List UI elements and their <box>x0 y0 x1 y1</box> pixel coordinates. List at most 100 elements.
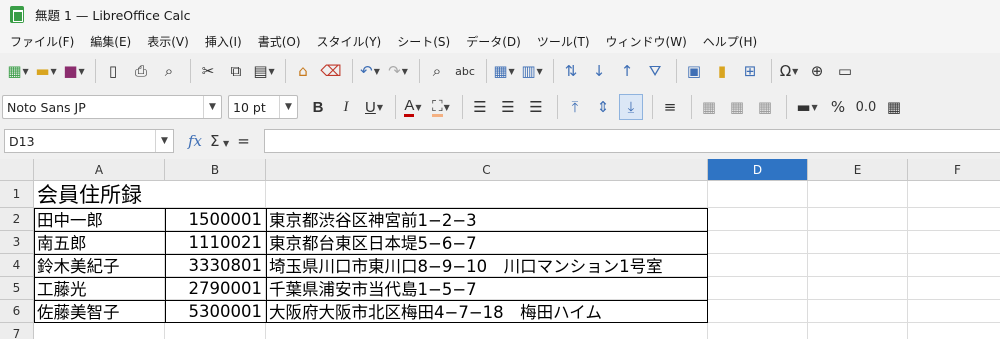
highlight-color-button[interactable]: ⛶ ▼ <box>429 94 453 120</box>
cell-c6-address[interactable]: 大阪府大阪市北区梅田4−7−18 梅田ハイム <box>266 300 708 323</box>
merge-center-button[interactable]: ▦ <box>697 94 721 120</box>
menu-tools[interactable]: ツール(T) <box>531 33 596 50</box>
function-wizard-button[interactable]: fx <box>188 132 202 150</box>
cell-e4[interactable] <box>808 254 908 277</box>
insert-image-button[interactable]: ▣ <box>682 58 706 84</box>
menu-view[interactable]: 表示(V) <box>141 33 195 50</box>
row-button[interactable]: ▦ ▼ <box>492 58 516 84</box>
cell-e7[interactable] <box>808 323 908 339</box>
cell-a6-name[interactable]: 佐藤美智子 <box>34 300 165 323</box>
print-preview-button[interactable]: ⌕ <box>157 58 181 84</box>
cell-a1-title[interactable]: 会員住所録 <box>34 181 165 208</box>
sort-button[interactable]: ⇅ <box>559 58 583 84</box>
menu-window[interactable]: ウィンドウ(W) <box>600 33 693 50</box>
sum-button[interactable]: Σ ▼ <box>210 132 229 150</box>
copy-button[interactable]: ⧉ <box>224 58 248 84</box>
special-character-button[interactable]: Ω ▼ <box>777 58 801 84</box>
column-header-f[interactable]: F <box>908 159 1000 181</box>
insert-chart-button[interactable]: ▮ <box>710 58 734 84</box>
cell-e1[interactable] <box>808 181 908 208</box>
font-size-combo[interactable]: 10 pt ▼ <box>228 95 298 119</box>
cell-e6[interactable] <box>808 300 908 323</box>
cell-b7[interactable] <box>165 323 266 339</box>
merge-cells-button[interactable]: ▦ <box>725 94 749 120</box>
cell-c7[interactable] <box>266 323 708 339</box>
cell-c3-address[interactable]: 東京都台東区日本堤5−6−7 <box>266 231 708 254</box>
align-center-button[interactable]: ☰ <box>496 94 520 120</box>
cell-e2[interactable] <box>808 208 908 231</box>
export-pdf-button[interactable]: ▯ <box>101 58 125 84</box>
cell-f7[interactable] <box>908 323 1000 339</box>
redo-button[interactable]: ↷ ▼ <box>386 58 410 84</box>
spreadsheet-grid[interactable]: A B C D E F 1 2 3 4 5 6 7 会員住所録 田中一郎 150… <box>0 159 1000 339</box>
unmerge-cells-button[interactable]: ▦ <box>753 94 777 120</box>
menu-help[interactable]: ヘルプ(H) <box>697 33 763 50</box>
cell-b1[interactable] <box>165 181 266 208</box>
formula-button[interactable]: = <box>237 132 250 150</box>
cut-button[interactable]: ✂ <box>196 58 220 84</box>
name-box[interactable]: D13 ▼ <box>4 129 174 153</box>
currency-format-button[interactable]: ▬ ▼ <box>792 94 822 120</box>
column-header-b[interactable]: B <box>165 159 266 181</box>
cell-a2-name[interactable]: 田中一郎 <box>34 208 165 231</box>
cell-f4[interactable] <box>908 254 1000 277</box>
cell-b6-zip[interactable]: 5300001 <box>165 300 266 323</box>
sort-ascending-button[interactable]: ↓ <box>587 58 611 84</box>
cell-c5-address[interactable]: 千葉県浦安市当代島1−5−7 <box>266 277 708 300</box>
column-header-c[interactable]: C <box>266 159 708 181</box>
cell-c4-address[interactable]: 埼玉県川口市東川口8−9−10 川口マンション1号室 <box>266 254 708 277</box>
row-header-7[interactable]: 7 <box>0 323 34 339</box>
column-header-d[interactable]: D <box>708 159 808 181</box>
cell-d5[interactable] <box>708 277 808 300</box>
pivot-table-button[interactable]: ⊞ <box>738 58 762 84</box>
cell-f2[interactable] <box>908 208 1000 231</box>
cell-d7[interactable] <box>708 323 808 339</box>
cell-c2-address[interactable]: 東京都渋谷区神宮前1−2−3 <box>266 208 708 231</box>
new-document-button[interactable]: ▦ ▼ <box>6 58 30 84</box>
cell-f1[interactable] <box>908 181 1000 208</box>
cell-b3-zip[interactable]: 1110021 <box>165 231 266 254</box>
bold-button[interactable]: B <box>306 94 330 120</box>
print-button[interactable]: ⎙ <box>129 58 153 84</box>
row-header-4[interactable]: 4 <box>0 254 34 277</box>
clone-formatting-button[interactable]: ⌂ <box>291 58 315 84</box>
align-middle-button[interactable]: ⇕ <box>591 94 615 120</box>
cell-d3[interactable] <box>708 231 808 254</box>
hyperlink-button[interactable]: ⊕ <box>805 58 829 84</box>
spelling-button[interactable]: abc <box>453 58 477 84</box>
menu-data[interactable]: データ(D) <box>460 33 527 50</box>
menu-styles[interactable]: スタイル(Y) <box>311 33 388 50</box>
align-top-button[interactable]: ⤒ <box>563 94 587 120</box>
menu-edit[interactable]: 編集(E) <box>84 33 137 50</box>
chevron-down-icon[interactable]: ▼ <box>203 96 221 118</box>
cell-b5-zip[interactable]: 2790001 <box>165 277 266 300</box>
open-button[interactable]: ▬ ▼ <box>34 58 58 84</box>
row-header-1[interactable]: 1 <box>0 181 34 208</box>
autofilter-button[interactable]: ⛛ <box>643 58 667 84</box>
paste-button[interactable]: ▤ ▼ <box>252 58 276 84</box>
align-right-button[interactable]: ☰ <box>524 94 548 120</box>
row-header-2[interactable]: 2 <box>0 208 34 231</box>
sort-descending-button[interactable]: ↑ <box>615 58 639 84</box>
cell-c1[interactable] <box>266 181 708 208</box>
cell-a5-name[interactable]: 工藤光 <box>34 277 165 300</box>
cell-a7[interactable] <box>34 323 165 339</box>
cell-f6[interactable] <box>908 300 1000 323</box>
font-color-button[interactable]: A ▼ <box>401 94 425 120</box>
cell-e3[interactable] <box>808 231 908 254</box>
chevron-down-icon[interactable]: ▼ <box>155 130 173 152</box>
chevron-down-icon[interactable]: ▼ <box>279 96 297 118</box>
align-left-button[interactable]: ☰ <box>468 94 492 120</box>
clear-formatting-button[interactable]: ⌫ <box>319 58 343 84</box>
cell-d6[interactable] <box>708 300 808 323</box>
row-header-5[interactable]: 5 <box>0 277 34 300</box>
cell-a3-name[interactable]: 南五郎 <box>34 231 165 254</box>
find-replace-button[interactable]: ⌕ <box>425 58 449 84</box>
cell-e5[interactable] <box>808 277 908 300</box>
percent-format-button[interactable]: % <box>826 94 850 120</box>
menu-insert[interactable]: 挿入(I) <box>199 33 248 50</box>
cell-d4[interactable] <box>708 254 808 277</box>
cell-f3[interactable] <box>908 231 1000 254</box>
cell-a4-name[interactable]: 鈴木美紀子 <box>34 254 165 277</box>
date-format-button[interactable]: ▦ <box>882 94 906 120</box>
